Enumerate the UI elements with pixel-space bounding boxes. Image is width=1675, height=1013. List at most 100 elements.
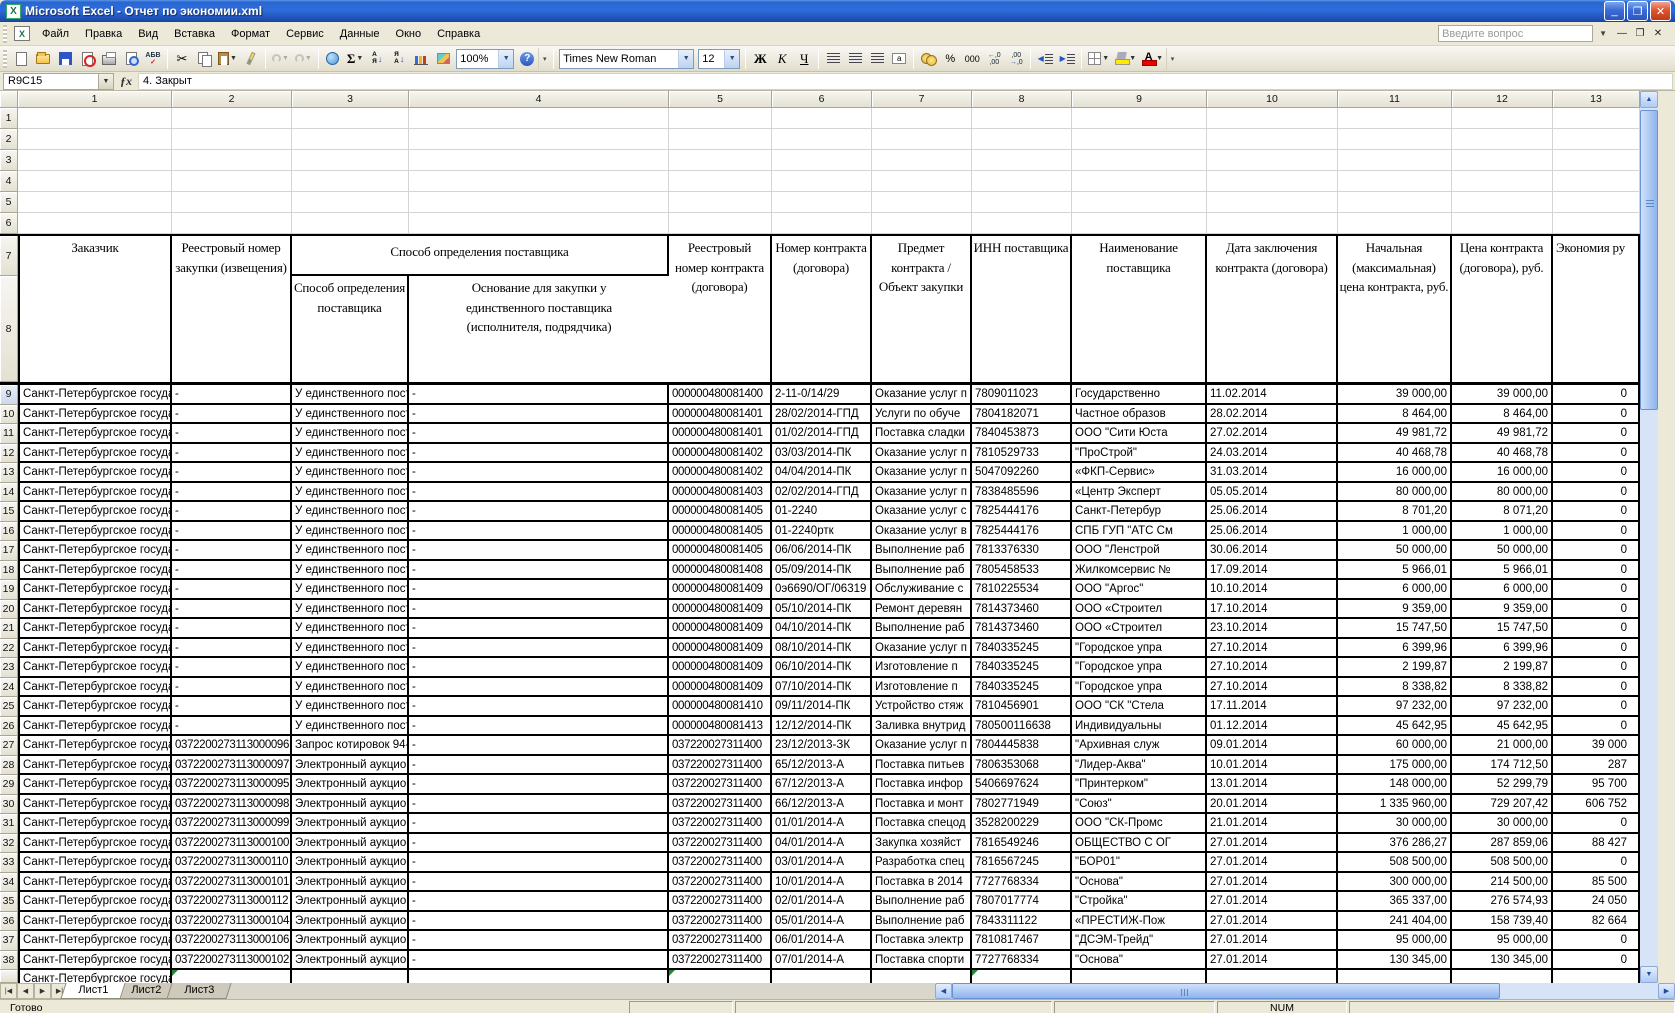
cell-6-7[interactable] bbox=[872, 213, 972, 234]
cell-21-5[interactable]: 000000480081409 bbox=[669, 619, 772, 639]
cell-2-10[interactable] bbox=[1207, 129, 1338, 150]
cell-27-10[interactable]: 09.01.2014 bbox=[1207, 736, 1338, 756]
cell-6-3[interactable] bbox=[292, 213, 409, 234]
cell-14-1[interactable]: Санкт-Петербургское государ bbox=[18, 483, 172, 503]
cell-20-1[interactable]: Санкт-Петербургское государ bbox=[18, 600, 172, 620]
header-savings[interactable]: Экономия ру bbox=[1553, 236, 1640, 382]
cell-14-9[interactable]: «Центр Эксперт bbox=[1072, 483, 1207, 503]
cell-14-6[interactable]: 02/02/2014-ГПД bbox=[772, 483, 872, 503]
cell-18-6[interactable]: 05/09/2014-ПК bbox=[772, 561, 872, 581]
cell-24-3[interactable]: У единственного пост bbox=[292, 678, 409, 698]
cell-19-9[interactable]: ООО "Аргос" bbox=[1072, 580, 1207, 600]
cell-5-6[interactable] bbox=[772, 192, 872, 213]
cell-2-6[interactable] bbox=[772, 129, 872, 150]
cell-2-7[interactable] bbox=[872, 129, 972, 150]
cell-37-3[interactable]: Электронный аукцион bbox=[292, 931, 409, 951]
cell-18-4[interactable]: - bbox=[409, 561, 669, 581]
cell-14-5[interactable]: 000000480081403 bbox=[669, 483, 772, 503]
header-supplier-name[interactable]: Наименование поставщика bbox=[1072, 236, 1207, 382]
row-header-39[interactable] bbox=[0, 970, 18, 983]
vertical-scrollbar[interactable]: ▲ ▼ bbox=[1640, 91, 1658, 983]
cell-13-5[interactable]: 000000480081402 bbox=[669, 463, 772, 483]
cell-16-10[interactable]: 25.06.2014 bbox=[1207, 522, 1338, 542]
cell-35-11[interactable]: 365 337,00 bbox=[1338, 892, 1452, 912]
row-header-19[interactable]: 19 bbox=[0, 580, 18, 600]
cell-18-7[interactable]: Выполнение раб bbox=[872, 561, 972, 581]
cell-13-3[interactable]: У единственного пост bbox=[292, 463, 409, 483]
cell-30-9[interactable]: "Союз" bbox=[1072, 795, 1207, 815]
row-header-30[interactable]: 30 bbox=[0, 795, 18, 815]
row-header-26[interactable]: 26 bbox=[0, 717, 18, 737]
cell-29-11[interactable]: 148 000,00 bbox=[1338, 775, 1452, 795]
cell-34-2[interactable]: 0372200273113000101 bbox=[172, 873, 292, 893]
cell-31-3[interactable]: Электронный аукцион bbox=[292, 814, 409, 834]
cell-16-8[interactable]: 7825444176 bbox=[972, 522, 1072, 542]
cell-13-12[interactable]: 16 000,00 bbox=[1452, 463, 1553, 483]
cell-9-8[interactable]: 7809011023 bbox=[972, 385, 1072, 405]
cell-24-12[interactable]: 8 338,82 bbox=[1452, 678, 1553, 698]
cell-9-2[interactable]: - bbox=[172, 385, 292, 405]
cell-32-5[interactable]: 037220027311400 bbox=[669, 834, 772, 854]
select-all-corner[interactable] bbox=[0, 91, 18, 108]
cell-6-10[interactable] bbox=[1207, 213, 1338, 234]
cell-20-13[interactable]: 0 bbox=[1553, 600, 1640, 620]
cell-13-13[interactable]: 0 bbox=[1553, 463, 1640, 483]
align-left-button[interactable] bbox=[822, 48, 844, 70]
cell-17-4[interactable]: - bbox=[409, 541, 669, 561]
cell-20-2[interactable]: - bbox=[172, 600, 292, 620]
cell-35-4[interactable]: - bbox=[409, 892, 669, 912]
cell-3-7[interactable] bbox=[872, 150, 972, 171]
cell-11-7[interactable]: Поставка сладки bbox=[872, 424, 972, 444]
cell-19-7[interactable]: Обслуживание с bbox=[872, 580, 972, 600]
header-contract-registry-number[interactable]: Реестровый номер контракта (договора) bbox=[669, 236, 772, 382]
cell-37-2[interactable]: 0372200273113000106 bbox=[172, 931, 292, 951]
cell-30-6[interactable]: 66/12/2013-А bbox=[772, 795, 872, 815]
cell-36-3[interactable]: Электронный аукцион bbox=[292, 912, 409, 932]
cell-14-4[interactable]: - bbox=[409, 483, 669, 503]
cell-18-3[interactable]: У единственного пост bbox=[292, 561, 409, 581]
cell-13-4[interactable]: - bbox=[409, 463, 669, 483]
row-header-13[interactable]: 13 bbox=[0, 463, 18, 483]
cell-9-10[interactable]: 11.02.2014 bbox=[1207, 385, 1338, 405]
menubar-grip[interactable] bbox=[3, 25, 7, 43]
cell-39-11[interactable] bbox=[1338, 970, 1452, 983]
cell-37-4[interactable]: - bbox=[409, 931, 669, 951]
increase-decimal-button[interactable]: ←,0,00 bbox=[983, 48, 1005, 70]
cell-21-4[interactable]: - bbox=[409, 619, 669, 639]
cell-3-5[interactable] bbox=[669, 150, 772, 171]
cell-4-4[interactable] bbox=[409, 171, 669, 192]
cell-35-12[interactable]: 276 574,93 bbox=[1452, 892, 1553, 912]
cell-11-3[interactable]: У единственного пост bbox=[292, 424, 409, 444]
row-header-8[interactable]: 8 bbox=[0, 276, 18, 382]
cell-1-8[interactable] bbox=[972, 108, 1072, 129]
cell-16-5[interactable]: 000000480081405 bbox=[669, 522, 772, 542]
cell-35-2[interactable]: 0372200273113000112 bbox=[172, 892, 292, 912]
cell-5-13[interactable] bbox=[1553, 192, 1640, 213]
cell-17-1[interactable]: Санкт-Петербургское государ bbox=[18, 541, 172, 561]
cell-5-2[interactable] bbox=[172, 192, 292, 213]
cell-21-10[interactable]: 23.10.2014 bbox=[1207, 619, 1338, 639]
cell-32-9[interactable]: ОБЩЕСТВО С ОГ bbox=[1072, 834, 1207, 854]
scroll-right-button[interactable]: ▶ bbox=[1658, 983, 1675, 999]
row-header-36[interactable]: 36 bbox=[0, 912, 18, 932]
cell-23-10[interactable]: 27.10.2014 bbox=[1207, 658, 1338, 678]
cell-23-8[interactable]: 7840335245 bbox=[972, 658, 1072, 678]
cell-29-1[interactable]: Санкт-Петербургское государ bbox=[18, 775, 172, 795]
cell-25-11[interactable]: 97 232,00 bbox=[1338, 697, 1452, 717]
menu-item-7[interactable]: Данные bbox=[332, 25, 388, 43]
cell-36-13[interactable]: 82 664 bbox=[1553, 912, 1640, 932]
cell-6-4[interactable] bbox=[409, 213, 669, 234]
scroll-up-button[interactable]: ▲ bbox=[1640, 91, 1658, 108]
cell-17-9[interactable]: ООО "Ленстрой bbox=[1072, 541, 1207, 561]
cell-37-13[interactable]: 0 bbox=[1553, 931, 1640, 951]
cell-4-7[interactable] bbox=[872, 171, 972, 192]
name-box[interactable]: R9C15 bbox=[3, 73, 99, 90]
cell-25-1[interactable]: Санкт-Петербургское государ bbox=[18, 697, 172, 717]
cell-39-9[interactable] bbox=[1072, 970, 1207, 983]
row-header-22[interactable]: 22 bbox=[0, 639, 18, 659]
cell-23-13[interactable]: 0 bbox=[1553, 658, 1640, 678]
cell-5-7[interactable] bbox=[872, 192, 972, 213]
cell-10-6[interactable]: 28/02/2014-ГПД bbox=[772, 405, 872, 425]
cell-9-5[interactable]: 000000480081400 bbox=[669, 385, 772, 405]
menu-item-8[interactable]: Окно bbox=[388, 25, 430, 43]
